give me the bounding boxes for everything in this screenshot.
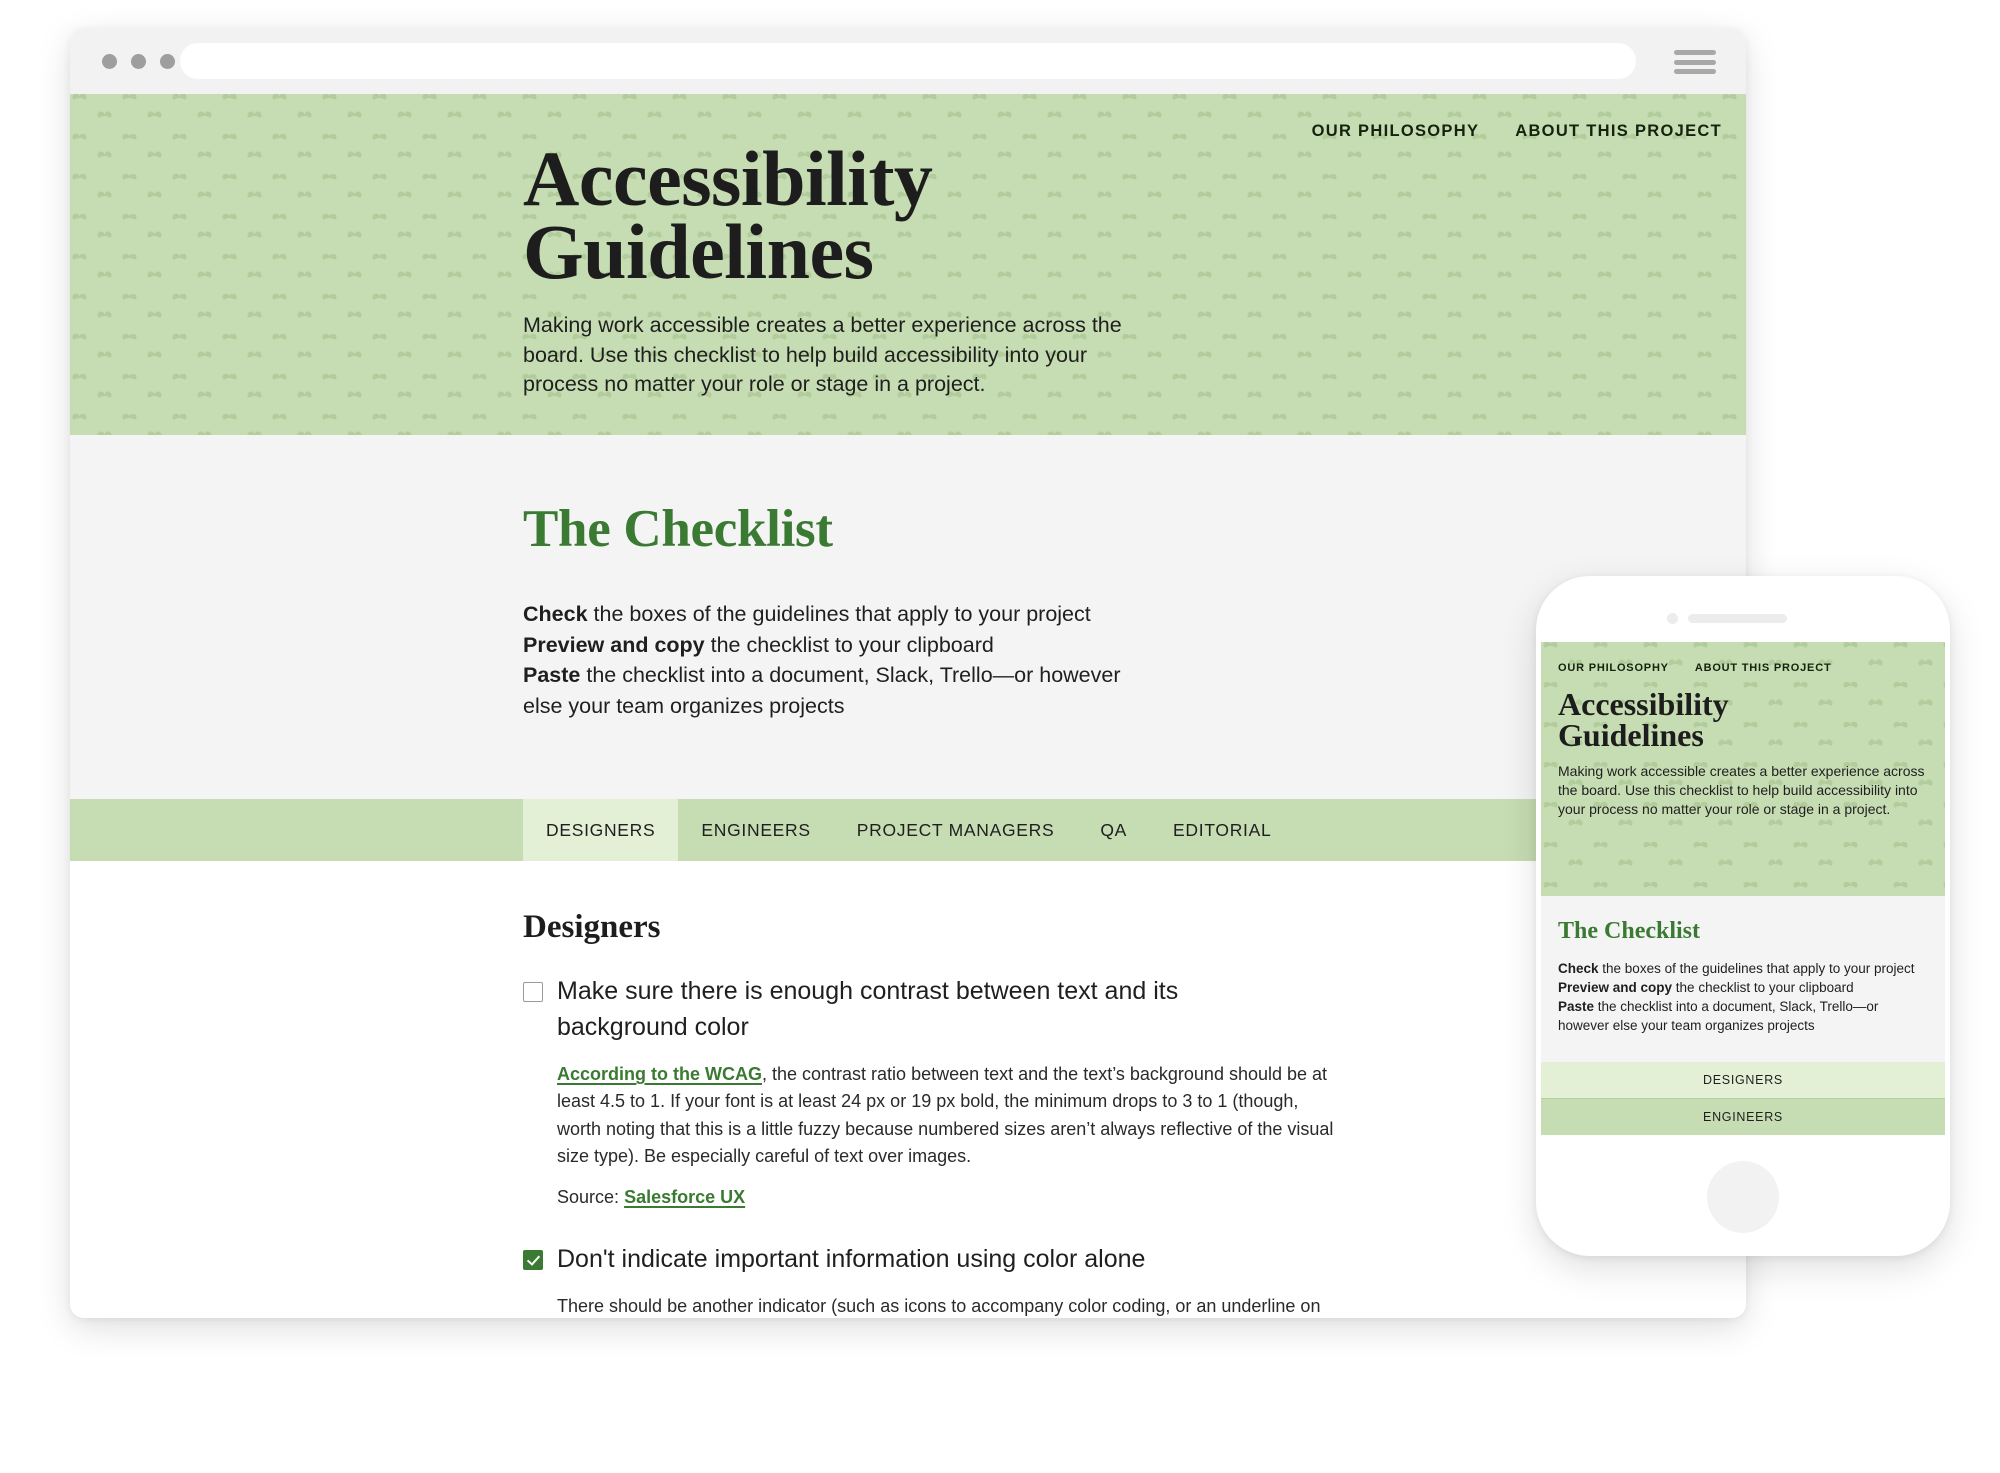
hamburger-bar bbox=[1674, 50, 1716, 55]
checklist-step: Paste the checklist into a document, Sla… bbox=[523, 660, 1163, 721]
address-bar[interactable] bbox=[180, 43, 1636, 79]
phone-checklist-step: Paste the checklist into a document, Sla… bbox=[1558, 997, 1928, 1035]
source-label: Source: bbox=[557, 1186, 620, 1207]
nav-link-about-this-project[interactable]: ABOUT THIS PROJECT bbox=[1515, 122, 1722, 141]
checklist-heading: The Checklist bbox=[523, 500, 833, 558]
checklist-item-body: According to the WCAG, the contrast rati… bbox=[557, 1061, 1347, 1170]
tab-editorial[interactable]: EDITORIAL bbox=[1150, 799, 1294, 861]
checklist-item-header: Don't indicate important information usi… bbox=[523, 1242, 1623, 1278]
tab-engineers[interactable]: ENGINEERS bbox=[678, 799, 833, 861]
top-navigation: OUR PHILOSOPHY ABOUT THIS PROJECT bbox=[1312, 122, 1722, 141]
phone-camera-icon bbox=[1667, 613, 1678, 624]
hero-banner: OUR PHILOSOPHY ABOUT THIS PROJECT Access… bbox=[70, 94, 1746, 435]
phone-hero-banner: OUR PHILOSOPHY ABOUT THIS PROJECT Access… bbox=[1541, 642, 1945, 896]
tab-designers[interactable]: DESIGNERS bbox=[523, 799, 679, 862]
checklist-intro-content: The Checklist Check the boxes of the gui… bbox=[70, 499, 1746, 721]
close-window-dot[interactable] bbox=[102, 54, 117, 69]
phone-nav-link-about-this-project[interactable]: ABOUT THIS PROJECT bbox=[1695, 662, 1832, 674]
checklist-item-body: There should be another indicator (such … bbox=[557, 1296, 1321, 1316]
nav-link-our-philosophy[interactable]: OUR PHILOSOPHY bbox=[1312, 122, 1480, 141]
phone-page-title: Accessibility Guidelines bbox=[1558, 688, 1928, 753]
phone-checklist-intro: The Checklist Check the boxes of the gui… bbox=[1541, 896, 1945, 1062]
phone-step-rest: the checklist to your clipboard bbox=[1672, 980, 1854, 996]
checklist-intro-section: The Checklist Check the boxes of the gui… bbox=[70, 435, 1746, 800]
checklist-item: Don't indicate important information usi… bbox=[523, 1242, 1623, 1319]
phone-top-navigation: OUR PHILOSOPHY ABOUT THIS PROJECT bbox=[1558, 662, 1831, 674]
checklist-steps: Check the boxes of the guidelines that a… bbox=[523, 599, 1163, 721]
phone-screen: OUR PHILOSOPHY ABOUT THIS PROJECT Access… bbox=[1541, 642, 1945, 1139]
checklist-item-label: Make sure there is enough contrast betwe… bbox=[557, 977, 1179, 1041]
checklist-item-header: Make sure there is enough contrast betwe… bbox=[523, 974, 1623, 1045]
phone-speaker-icon bbox=[1688, 614, 1787, 623]
checklist-item-source: Source: Salesforce UX bbox=[557, 1187, 1623, 1208]
phone-checklist-step: Check the boxes of the guidelines that a… bbox=[1558, 959, 1928, 978]
phone-hero-subtitle: Making work accessible creates a better … bbox=[1558, 763, 1925, 817]
link-salesforce-ux[interactable]: Salesforce UX bbox=[624, 1187, 745, 1207]
tab-qa[interactable]: QA bbox=[1077, 799, 1150, 861]
checkbox-unchecked-icon[interactable] bbox=[523, 982, 543, 1003]
phone-tab-engineers[interactable]: ENGINEERS bbox=[1541, 1097, 1945, 1135]
phone-checklist-steps: Check the boxes of the guidelines that a… bbox=[1558, 959, 1928, 1036]
checklist-step: Preview and copy the checklist to your c… bbox=[523, 630, 1163, 661]
panel-heading: Designers bbox=[523, 909, 661, 946]
checklist-panel: Designers Make sure there is enough cont… bbox=[70, 861, 1746, 1318]
checklist-step: Check the boxes of the guidelines that a… bbox=[523, 599, 1163, 630]
checklist-item-label: Don't indicate important information usi… bbox=[557, 1244, 1146, 1273]
phone-step-rest: the checklist into a document, Slack, Tr… bbox=[1558, 999, 1879, 1034]
step-rest: the checklist to your clipboard bbox=[704, 632, 994, 657]
browser-window: OUR PHILOSOPHY ABOUT THIS PROJECT Access… bbox=[70, 28, 1746, 1318]
checkbox-checked-icon[interactable] bbox=[523, 1249, 543, 1270]
page-title: Accessibility Guidelines bbox=[523, 140, 1746, 291]
step-bold: Check bbox=[523, 602, 588, 626]
hamburger-bar bbox=[1674, 69, 1716, 74]
phone-checklist-step: Preview and copy the checklist to your c… bbox=[1558, 978, 1928, 997]
hamburger-bar bbox=[1674, 59, 1716, 65]
link-according-to-the-wcag[interactable]: According to the WCAG bbox=[557, 1064, 762, 1084]
step-bold: Preview and copy bbox=[523, 632, 705, 657]
minimize-window-dot[interactable] bbox=[131, 54, 146, 69]
phone-step-rest: the boxes of the guidelines that apply t… bbox=[1598, 961, 1915, 976]
step-rest: the checklist into a document, Slack, Tr… bbox=[523, 663, 1121, 718]
phone-step-bold: Preview and copy bbox=[1558, 980, 1673, 996]
browser-chrome bbox=[70, 28, 1746, 94]
tab-project-managers[interactable]: PROJECT MANAGERS bbox=[834, 799, 1078, 861]
phone-mockup: OUR PHILOSOPHY ABOUT THIS PROJECT Access… bbox=[1536, 576, 1950, 1256]
phone-page-title-line-2: Guidelines bbox=[1558, 716, 1704, 753]
step-rest: the boxes of the guidelines that apply t… bbox=[587, 602, 1091, 626]
page-title-line-2: Guidelines bbox=[523, 208, 874, 296]
window-controls bbox=[102, 54, 175, 69]
checklist-panel-content: Designers Make sure there is enough cont… bbox=[70, 909, 1623, 1318]
phone-home-button[interactable] bbox=[1707, 1161, 1779, 1233]
phone-tab-designers[interactable]: DESIGNERS bbox=[1541, 1061, 1945, 1098]
role-tabs: DESIGNERS ENGINEERS PROJECT MANAGERS QA … bbox=[70, 799, 1746, 862]
maximize-window-dot[interactable] bbox=[160, 54, 175, 69]
phone-checklist-heading: The Checklist bbox=[1558, 918, 1701, 944]
phone-nav-link-our-philosophy[interactable]: OUR PHILOSOPHY bbox=[1558, 662, 1669, 674]
phone-step-bold: Paste bbox=[1558, 999, 1595, 1015]
checklist-item: Make sure there is enough contrast betwe… bbox=[523, 974, 1623, 1207]
step-bold: Paste bbox=[523, 663, 581, 688]
phone-step-bold: Check bbox=[1558, 961, 1599, 976]
hamburger-menu-icon[interactable] bbox=[1674, 50, 1716, 74]
hero-subtitle: Making work accessible creates a better … bbox=[523, 312, 1122, 397]
